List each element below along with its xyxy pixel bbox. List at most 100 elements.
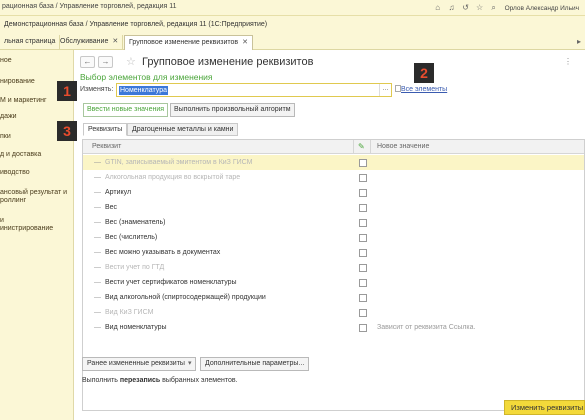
change-attributes-button[interactable]: Изменить реквизиты <box>504 400 585 415</box>
attribute-name: Вид КиЗ ГИСМ <box>105 309 154 316</box>
change-checkbox[interactable] <box>359 234 367 242</box>
table-row[interactable]: — GTIN, записываемый эмитентом в КиЗ ГИС… <box>83 155 584 170</box>
change-checkbox[interactable] <box>359 264 367 272</box>
title-bar-tools: ⌂ ♫ ↺ ☆ ⌕ Орлов Александр Ильич <box>431 2 585 14</box>
star-icon[interactable]: ☆ <box>473 2 487 14</box>
footer-note: Выполнить перезапись выбранных элементов… <box>82 377 238 384</box>
change-checkbox[interactable] <box>359 174 367 182</box>
all-elements-link[interactable]: Все элементы <box>401 86 447 93</box>
attribute-name: Алкогольная продукция во вскрытой таре <box>105 174 241 181</box>
change-checkbox[interactable] <box>359 189 367 197</box>
change-checkbox[interactable] <box>359 309 367 317</box>
title-bar: рационная база / Управление торговлей, р… <box>0 0 585 16</box>
row-marker-icon: — <box>94 159 101 166</box>
close-icon[interactable]: ✕ <box>242 39 248 46</box>
change-checkbox[interactable] <box>359 249 367 257</box>
sidebar-item[interactable]: инистрирование <box>0 224 53 234</box>
tab-home[interactable]: льная страница <box>0 35 61 50</box>
sidebar-item[interactable]: иводство <box>0 168 30 178</box>
row-marker-icon: — <box>94 279 101 286</box>
change-label: Изменять: <box>80 86 114 93</box>
marker-1: 1 <box>57 81 77 101</box>
table-header: Реквизит ✎ Новое значение <box>83 140 584 154</box>
row-marker-icon: — <box>94 219 101 226</box>
sidebar: ное нирование М и маркетинг дажи пки д и… <box>0 50 74 420</box>
sidebar-item[interactable]: пки <box>0 132 11 142</box>
table-row[interactable]: — Вид алкогольной (спиртосодержащей) про… <box>83 290 584 305</box>
row-marker-icon: — <box>94 204 101 211</box>
back-button[interactable]: ← <box>80 56 95 68</box>
home-icon[interactable]: ⌂ <box>431 2 445 14</box>
tab-service[interactable]: Обслуживание ✕ <box>56 35 124 50</box>
enter-values-button[interactable]: Ввести новые значения <box>83 103 169 117</box>
column-divider <box>370 140 371 154</box>
change-checkbox[interactable] <box>359 294 367 302</box>
bell-icon[interactable]: ♫ <box>445 2 459 14</box>
tabs-scroll-icon[interactable]: ▸ <box>573 36 585 48</box>
row-marker-icon: — <box>94 234 101 241</box>
column-new-value[interactable]: Новое значение <box>377 143 429 150</box>
new-value[interactable]: Зависит от реквизита Ссылка. <box>377 323 476 332</box>
tab-group-change[interactable]: Групповое изменение реквизитов ✕ <box>124 35 253 50</box>
attribute-name: GTIN, записываемый эмитентом в КиЗ ГИСМ <box>105 159 253 166</box>
table-row[interactable]: — Вид номенклатуры Зависит от реквизита … <box>83 320 584 335</box>
table-row[interactable]: — Алкогольная продукция во вскрытой таре <box>83 170 584 185</box>
row-marker-icon: — <box>94 189 101 196</box>
select-button[interactable]: ... <box>379 84 391 96</box>
row-marker-icon: — <box>94 174 101 181</box>
tab-attributes[interactable]: Реквизиты <box>83 123 128 136</box>
column-attribute[interactable]: Реквизит <box>92 143 121 150</box>
additional-params-button[interactable]: Дополнительные параметры... <box>200 357 310 371</box>
row-marker-icon: — <box>94 324 101 331</box>
table-row[interactable]: — Вес (числитель) <box>83 230 584 245</box>
previous-attributes-button[interactable]: Ранее измененные реквизиты ▾ <box>82 357 197 371</box>
table-row[interactable]: — Вести учет сертификатов номенклатуры <box>83 275 584 290</box>
marker-3: 3 <box>57 121 77 141</box>
close-icon[interactable]: ✕ <box>112 38 118 45</box>
chevron-down-icon: ▾ <box>187 360 192 367</box>
tab-bar: Демонстрационная база / Управление торго… <box>0 16 585 50</box>
forward-button[interactable]: → <box>98 56 113 68</box>
sidebar-item[interactable]: роллинг <box>0 196 26 206</box>
tab-precious-metals[interactable]: Драгоценные металлы и камни <box>127 123 239 136</box>
sidebar-item[interactable]: ное <box>0 56 12 66</box>
favorite-star-icon[interactable]: ☆ <box>126 55 136 68</box>
change-checkbox[interactable] <box>359 279 367 287</box>
attribute-name: Вес (знаменатель) <box>105 219 166 226</box>
row-marker-icon: — <box>94 249 101 256</box>
sidebar-item[interactable]: М и маркетинг <box>0 96 47 106</box>
overwrite-link[interactable]: перезапись <box>120 377 160 384</box>
more-menu-icon[interactable]: ⋮ <box>564 57 572 66</box>
row-marker-icon: — <box>94 309 101 316</box>
change-checkbox[interactable] <box>359 204 367 212</box>
change-checkbox[interactable] <box>359 219 367 227</box>
table-row[interactable]: — Вес <box>83 200 584 215</box>
sidebar-item[interactable]: д и доставка <box>0 150 41 160</box>
attribute-name: Вид номенклатуры <box>105 324 167 331</box>
sidebar-item[interactable]: нирование <box>0 77 35 87</box>
main-area: ← → ☆ Групповое изменение реквизитов ⋮ В… <box>57 50 585 420</box>
attribute-name: Вид алкогольной (спиртосодержащей) проду… <box>105 294 266 301</box>
sidebar-item[interactable]: дажи <box>0 112 17 122</box>
object-type-field[interactable]: Номенклатура ... <box>116 83 392 97</box>
table-row[interactable]: — Вес можно указывать в документах <box>83 245 584 260</box>
change-checkbox[interactable] <box>359 159 367 167</box>
user-name[interactable]: Орлов Александр Ильич <box>505 5 579 12</box>
attribute-name: Артикул <box>105 189 132 196</box>
history-icon[interactable]: ↺ <box>459 2 473 14</box>
table-row[interactable]: — Артикул <box>83 185 584 200</box>
attribute-name: Вес можно указывать в документах <box>105 249 221 256</box>
window-title: рационная база / Управление торговлей, р… <box>2 3 177 10</box>
table-row[interactable]: — Вести учет по ГТД <box>83 260 584 275</box>
row-marker-icon: — <box>94 294 101 301</box>
search-icon[interactable]: ⌕ <box>487 2 501 14</box>
attribute-name: Вести учет сертификатов номенклатуры <box>105 279 237 286</box>
column-divider <box>353 140 354 154</box>
attribute-name: Вес (числитель) <box>105 234 158 241</box>
table-row[interactable]: — Вид КиЗ ГИСМ <box>83 305 584 320</box>
run-algorithm-button[interactable]: Выполнить произвольный алгоритм <box>170 103 295 117</box>
change-checkbox[interactable] <box>359 324 367 332</box>
app-caption: Демонстрационная база / Управление торго… <box>4 21 268 28</box>
table-row[interactable]: — Вес (знаменатель) <box>83 215 584 230</box>
attribute-name: Вести учет по ГТД <box>105 264 165 271</box>
